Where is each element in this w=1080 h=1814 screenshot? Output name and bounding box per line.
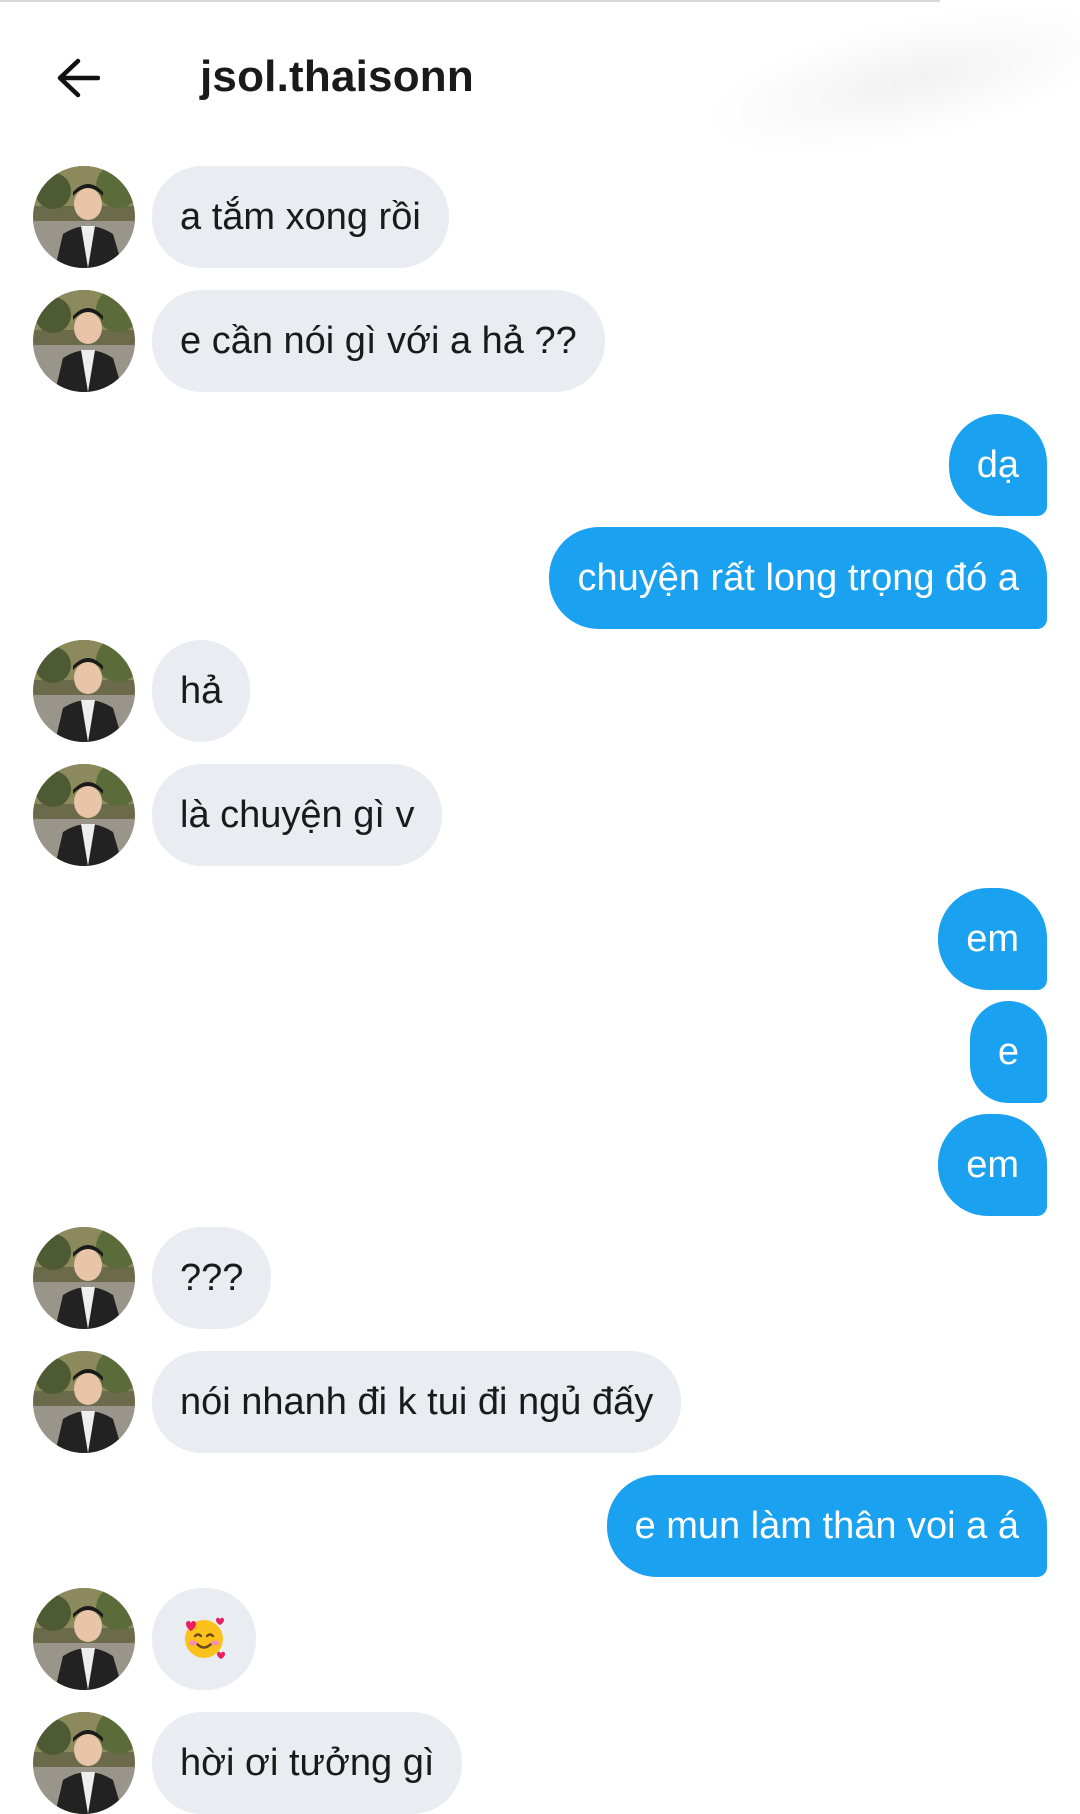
avatar[interactable] — [33, 1712, 135, 1814]
chat-header: jsol.thaisonn — [0, 0, 1080, 183]
message-text: em — [966, 1144, 1019, 1186]
message-bubble-outgoing[interactable]: dạ — [948, 414, 1047, 516]
message-bubble-outgoing[interactable]: chuyện rất long trọng đó a — [549, 527, 1047, 629]
message-bubble-incoming[interactable]: hả — [152, 640, 251, 742]
chat-title[interactable]: jsol.thaisonn — [200, 52, 474, 102]
avatar[interactable] — [33, 1351, 135, 1453]
message-text: là chuyện gì v — [180, 794, 415, 836]
avatar[interactable] — [33, 166, 135, 268]
avatar[interactable] — [33, 1227, 135, 1329]
smiling-face-with-hearts-icon — [185, 1617, 225, 1659]
avatar[interactable] — [33, 1588, 135, 1690]
avatar[interactable] — [33, 640, 135, 742]
message-bubble-incoming[interactable]: e cần nói gì với a hả ?? — [152, 290, 605, 392]
message-text: hời ơi tưởng gì — [180, 1742, 435, 1784]
message-text: em — [966, 918, 1019, 960]
back-button[interactable] — [44, 44, 112, 112]
message-text: nói nhanh đi k tui đi ngủ đấy — [180, 1381, 654, 1423]
message-text: a tắm xong rồi — [180, 196, 421, 238]
avatar[interactable] — [33, 764, 135, 866]
message-bubble-outgoing[interactable]: em — [938, 888, 1047, 990]
message-text: e cần nói gì với a hả ?? — [180, 320, 577, 362]
message-bubble-outgoing[interactable]: e — [969, 1001, 1047, 1103]
message-bubble-incoming[interactable]: là chuyện gì v — [152, 764, 443, 866]
message-bubble-incoming[interactable]: nói nhanh đi k tui đi ngủ đấy — [152, 1351, 682, 1453]
message-bubble-outgoing[interactable]: e mun làm thân voi a á — [606, 1475, 1047, 1577]
message-text: hả — [180, 670, 223, 712]
message-bubble-incoming[interactable]: hời ơi tưởng gì — [152, 1712, 463, 1814]
message-bubble-incoming[interactable]: ??? — [152, 1227, 272, 1329]
message-text: ??? — [180, 1257, 244, 1299]
message-bubble-incoming[interactable] — [152, 1588, 256, 1690]
message-bubble-incoming[interactable]: a tắm xong rồi — [152, 166, 449, 268]
arrow-left-icon — [57, 58, 100, 98]
avatar[interactable] — [33, 290, 135, 392]
message-text: e mun làm thân voi a á — [634, 1505, 1019, 1547]
screen-glare — [692, 0, 1080, 183]
message-text: e — [997, 1031, 1019, 1073]
message-text: chuyện rất long trọng đó a — [577, 557, 1019, 599]
message-text: dạ — [976, 444, 1019, 486]
message-bubble-outgoing[interactable]: em — [938, 1114, 1047, 1216]
